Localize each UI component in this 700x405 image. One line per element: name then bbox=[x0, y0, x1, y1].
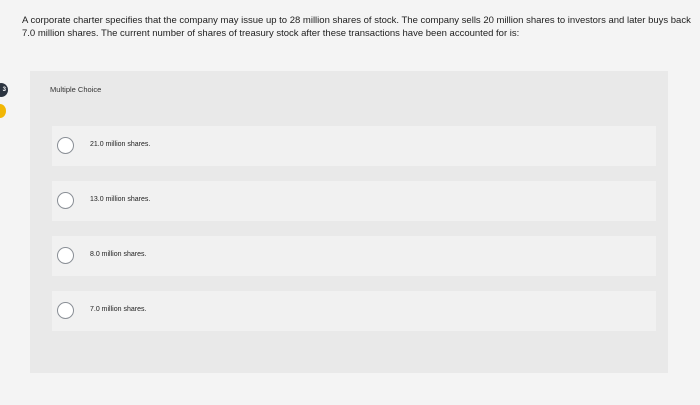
answer-option-label: 13.0 million shares. bbox=[90, 196, 151, 203]
question-text: A corporate charter specifies that the c… bbox=[22, 15, 691, 39]
answer-option-3[interactable]: 8.0 million shares. bbox=[52, 236, 656, 276]
answer-option-label: 8.0 million shares. bbox=[90, 251, 147, 258]
answer-option-1[interactable]: 21.0 million shares. bbox=[52, 126, 656, 166]
question-number-badge[interactable]: 3 bbox=[0, 83, 8, 97]
answer-option-2[interactable]: 13.0 million shares. bbox=[52, 181, 656, 221]
answer-option-label: 7.0 million shares. bbox=[90, 306, 147, 313]
answer-card: Multiple Choice 21.0 million shares. 13.… bbox=[30, 71, 668, 373]
radio-button-icon[interactable] bbox=[57, 192, 74, 209]
radio-button-icon[interactable] bbox=[57, 137, 74, 154]
flag-icon[interactable] bbox=[0, 104, 6, 118]
question-type-label: Multiple Choice bbox=[50, 85, 102, 94]
radio-button-icon[interactable] bbox=[57, 302, 74, 319]
answer-option-label: 21.0 million shares. bbox=[90, 141, 151, 148]
answer-option-4[interactable]: 7.0 million shares. bbox=[52, 291, 656, 331]
radio-button-icon[interactable] bbox=[57, 247, 74, 264]
